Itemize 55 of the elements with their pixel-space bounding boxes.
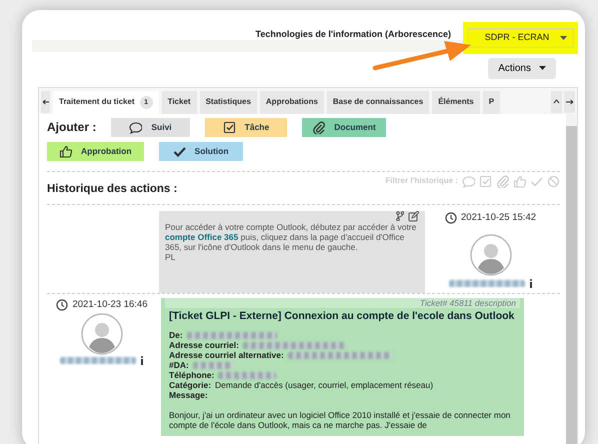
office-365-link[interactable]: compte Office 365 [165,232,238,242]
add-approval-button[interactable]: Approbation [47,142,144,160]
add-label: Ajouter : [47,119,96,136]
tab[interactable]: Approbations [260,90,324,114]
scroll-up-icon [551,90,562,112]
add-task-button[interactable]: Tâche [204,118,288,136]
add-followup-button[interactable]: Suivi [111,118,190,136]
info-icon [140,356,144,365]
field-label: De: [169,330,183,340]
checkbox-icon [222,120,236,134]
entry-date: 2021-10-25 15:42 [461,210,536,225]
followup-text: Pour accéder à votre compte Outlook, débutez par accéder à votre compte Office 365 puis, cliquez dans la page d'accueil d'Office 365, sur l'icône d'Outlook dans le menu de gauche. [165,222,418,252]
checkmark-icon [172,144,186,158]
tab[interactable]: Éléments [432,90,480,114]
caret-icon [560,36,567,40]
checkbox-icon[interactable] [479,174,492,188]
field-label: Catégorie: [169,380,212,390]
paperclip-icon[interactable] [496,174,509,188]
entity-title: Technologies de l'information (Arborescence) [254,28,452,40]
tab[interactable]: Base de connaissances [326,90,430,114]
ticket-reference: Ticket# 45811 description [165,298,520,308]
scrollbar[interactable] [566,114,577,444]
tab[interactable]: Ticket [162,90,197,114]
history-title: Historique des actions : [47,182,178,196]
paperclip-icon [312,120,326,134]
entry-date: 2021-10-23 16:46 [72,298,148,312]
tab[interactable]: Statistiques [200,90,257,114]
message-text: Bonjour, j'ai un ordinateur avec un logiciel Office 2010 installé et j'essaie de connecter mon compte de l'école dans Outlook, mais ca ne marche pas. J'essaie de [169,409,512,430]
ban-icon[interactable] [547,174,560,188]
add-solution-button[interactable]: Solution [158,142,243,160]
field-label: Message: [169,390,208,400]
speech-bubble-icon [129,120,142,134]
add-document-button[interactable]: Document [302,118,386,136]
clock-icon [56,298,68,311]
avatar-icon [81,313,123,355]
field-value: Demande d'accès (usager, courriel, emplacement réseau) [215,380,434,390]
thumbs-up-icon [59,144,72,158]
avatar-icon [470,234,512,276]
speech-bubble-icon[interactable] [462,174,475,188]
caret-icon [539,66,546,70]
field-label: #DA: [169,360,189,370]
branch-icon [396,210,404,221]
signature: PL [165,252,176,262]
thumbs-up-icon[interactable] [513,174,526,188]
ticket-subject: [Ticket GLPI - Externe] Connexion au compte de l'ecole dans Outlook [169,310,516,322]
scroll-right-icon [564,90,575,112]
actions-button[interactable]: Actions [488,58,556,78]
profile-dropdown[interactable]: SDPR - ECRAN [467,28,574,48]
clock-icon [445,212,457,224]
tab[interactable]: P [482,90,500,114]
field-label: Téléphone: [169,370,214,380]
scroll-left-icon [41,90,50,112]
field-label: Adresse courriel alternative: [169,350,284,360]
field-label: Adresse courriel: [169,340,239,350]
info-icon [528,279,532,288]
